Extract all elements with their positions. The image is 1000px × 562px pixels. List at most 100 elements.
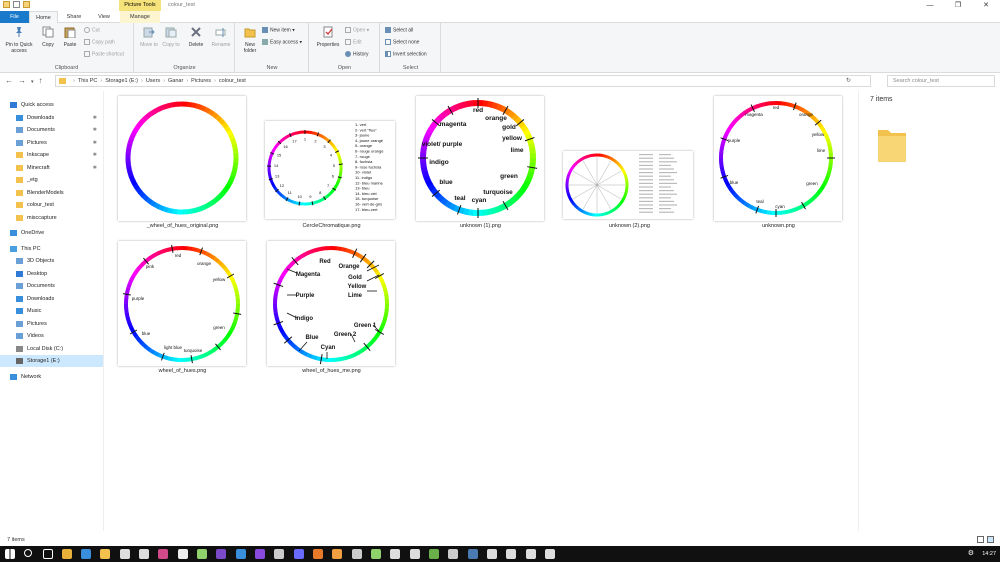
nav-this-pc[interactable]: This PC — [0, 243, 103, 255]
nav-item[interactable]: Downloads ✱ — [0, 112, 103, 124]
up-arrow-icon[interactable]: ↑ — [39, 76, 48, 85]
nav-item[interactable]: Music — [0, 305, 103, 317]
breadcrumb-storage1[interactable]: Storage1 (E:) — [105, 78, 138, 84]
breadcrumb-users[interactable]: Users — [146, 78, 160, 84]
twitch-icon[interactable] — [255, 549, 265, 559]
copy-button[interactable]: Copy — [38, 26, 58, 48]
refresh-icon[interactable]: ↻ — [846, 76, 851, 86]
nav-item[interactable]: 3D Objects — [0, 255, 103, 267]
app-icon[interactable] — [294, 549, 304, 559]
blender-icon[interactable] — [332, 549, 342, 559]
nav-item[interactable]: Inkscape ✱ — [0, 149, 103, 161]
chrome-icon[interactable] — [62, 549, 72, 559]
close-button[interactable]: ✕ — [972, 0, 1000, 11]
nav-network[interactable]: Network — [0, 371, 103, 383]
search-input[interactable]: Search colour_test — [887, 75, 995, 87]
task-view-icon[interactable] — [43, 549, 53, 559]
breadcrumb-colour-test[interactable]: colour_test — [219, 78, 246, 84]
app-icon[interactable] — [197, 549, 207, 559]
app-icon[interactable] — [313, 549, 323, 559]
history-button[interactable]: History — [345, 51, 369, 58]
details-view-icon[interactable] — [977, 536, 984, 543]
app-icon[interactable] — [236, 549, 246, 559]
recent-chevron-icon[interactable]: ▾ — [31, 79, 39, 85]
nav-item[interactable]: Documents ✱ — [0, 124, 103, 136]
cut-button[interactable]: Cut — [84, 27, 100, 34]
nav-item[interactable]: Documents — [0, 280, 103, 292]
app-icon[interactable] — [526, 549, 536, 559]
new-item-button[interactable]: New item ▾ — [262, 27, 295, 34]
edit-button[interactable]: Edit — [345, 39, 362, 46]
app-icon[interactable] — [448, 549, 458, 559]
properties-check-icon[interactable] — [13, 1, 20, 8]
clock[interactable]: 14:27 — [982, 546, 996, 562]
nav-item[interactable]: Minecraft ✱ — [0, 162, 103, 174]
windows-start-icon[interactable] — [5, 549, 15, 559]
nav-item[interactable]: Pictures — [0, 318, 103, 330]
nav-onedrive[interactable]: OneDrive — [0, 227, 103, 239]
nav-item[interactable]: colour_test — [0, 199, 103, 211]
delete-button[interactable]: Delete — [185, 26, 207, 48]
file-item[interactable]: red pink orange yellow purple green blue light … — [106, 236, 259, 384]
app-icon[interactable] — [410, 549, 420, 559]
invert-selection-button[interactable]: Invert selection — [385, 51, 427, 58]
large-icons-view-icon[interactable] — [987, 536, 994, 543]
tab-file[interactable]: File — [0, 11, 29, 23]
edge-icon[interactable] — [81, 549, 91, 559]
search-icon[interactable] — [24, 549, 32, 557]
app-icon[interactable] — [352, 549, 362, 559]
folder-icon[interactable] — [3, 1, 10, 8]
quick-access-toolbar[interactable] — [3, 1, 30, 8]
open-button[interactable]: Open ▾ — [345, 27, 369, 34]
app-icon[interactable] — [158, 549, 168, 559]
address-bar[interactable]: › This PC › Storage1 (E:) › Users › Ganar › Pictu… — [55, 75, 871, 87]
select-none-button[interactable]: Select none — [385, 39, 419, 46]
breadcrumb-ganar[interactable]: Ganar — [168, 78, 183, 84]
copy-path-button[interactable]: Copy path — [84, 39, 115, 46]
visual-studio-icon[interactable] — [216, 549, 226, 559]
tab-share[interactable]: Share — [60, 11, 88, 23]
unity-icon[interactable] — [506, 549, 516, 559]
nav-item[interactable]: _etg — [0, 174, 103, 186]
tab-manage[interactable]: Manage — [120, 11, 160, 23]
easy-access-button[interactable]: Easy access ▾ — [262, 39, 302, 46]
app-icon[interactable] — [274, 549, 284, 559]
app-icon[interactable] — [120, 549, 130, 559]
tab-view[interactable]: View — [90, 11, 118, 23]
new-folder-icon[interactable] — [23, 1, 30, 8]
nav-item[interactable]: misccapture — [0, 212, 103, 224]
file-item[interactable]: magenta red orange yellow lime purple blue gree… — [702, 91, 855, 239]
forward-arrow-icon[interactable]: → — [18, 76, 31, 85]
breadcrumb-this-pc[interactable]: This PC — [78, 78, 98, 84]
nav-quick-access[interactable]: Quick access — [0, 99, 103, 111]
properties-button[interactable]: Properties — [313, 26, 343, 48]
file-item[interactable]: red orange gold yellow lime green turquoise cya… — [404, 91, 557, 239]
file-item[interactable]: Red Magenta Orange Gold Yellow Lime Purple Indi… — [255, 236, 408, 384]
back-arrow-icon[interactable]: ← — [5, 76, 18, 85]
app-icon[interactable] — [545, 549, 555, 559]
new-folder-button[interactable]: New folder — [239, 26, 261, 54]
app-icon[interactable] — [390, 549, 400, 559]
steam-icon[interactable] — [468, 549, 478, 559]
mail-icon[interactable] — [139, 549, 149, 559]
rename-button[interactable]: Rename — [209, 26, 233, 48]
paste-shortcut-button[interactable]: Paste shortcut — [84, 51, 124, 58]
minimize-button[interactable]: — — [916, 0, 944, 11]
network-tray-icon[interactable]: ⚙ — [968, 549, 974, 557]
file-item[interactable]: _wheel_of_hues_original.png — [106, 91, 259, 239]
pin-to-quick-access-button[interactable]: Pin to Quick access — [2, 26, 36, 54]
minecraft-icon[interactable] — [429, 549, 439, 559]
nav-item[interactable]: Storage1 (E:) — [0, 355, 103, 367]
file-item[interactable]: 1 2 3 4 5 6 7 8 9 10 11 12 13 14 15 16 17 1- vert 2- vert… — [255, 91, 408, 239]
nav-item[interactable]: BlenderModels — [0, 187, 103, 199]
file-item[interactable]: unknown (2).png — [553, 91, 706, 239]
maximize-button[interactable]: ❐ — [944, 0, 972, 11]
nav-item[interactable]: Desktop — [0, 268, 103, 280]
move-to-button[interactable]: Move to — [139, 26, 159, 48]
select-all-button[interactable]: Select all — [385, 27, 413, 34]
nav-item[interactable]: Local Disk (C:) — [0, 343, 103, 355]
paste-button[interactable]: Paste — [60, 26, 80, 48]
nav-item[interactable]: Videos — [0, 330, 103, 342]
nav-item[interactable]: Downloads — [0, 293, 103, 305]
copy-to-button[interactable]: Copy to — [161, 26, 181, 48]
